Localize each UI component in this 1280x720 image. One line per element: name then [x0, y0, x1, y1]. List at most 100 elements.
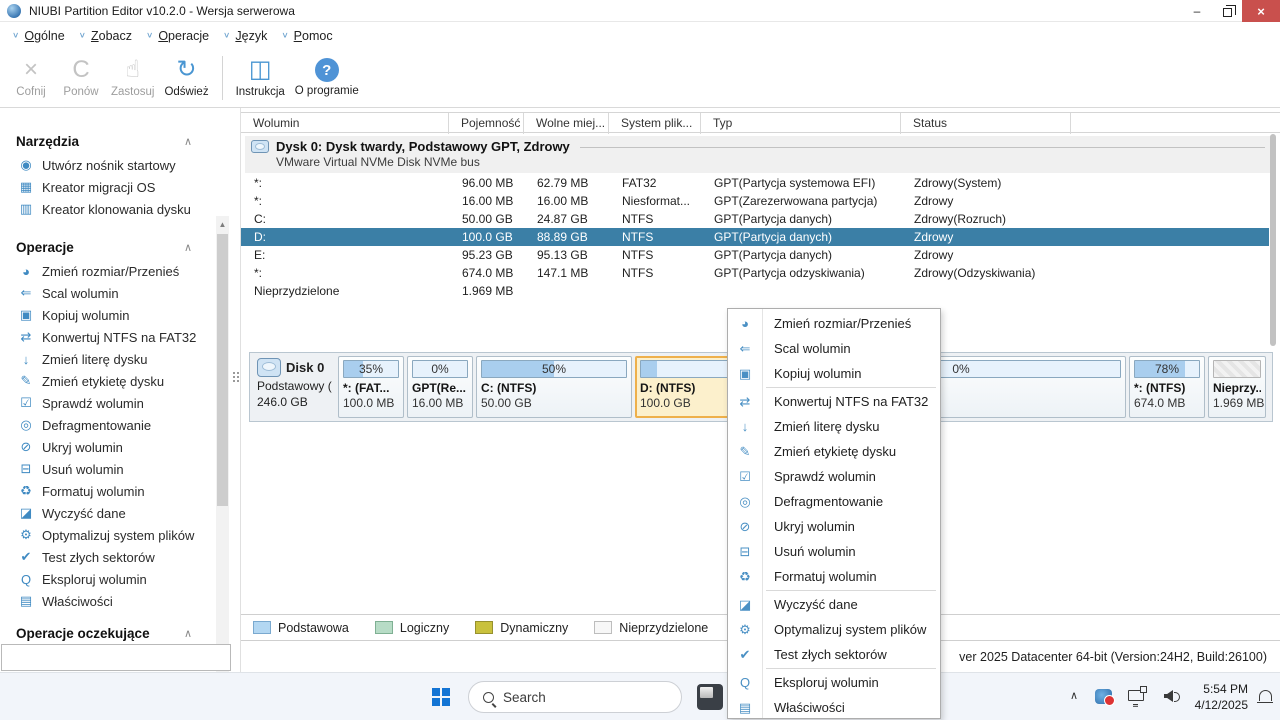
sidebar-item-delete[interactable]: ⊟Usuń wolumin	[16, 458, 232, 480]
sidebar-item-drive-letter[interactable]: ↓Zmień literę dysku	[16, 348, 232, 370]
col-status[interactable]: Status	[901, 113, 1071, 134]
context-menu-item-format[interactable]: ♻Formatuj wolumin	[728, 564, 940, 589]
cell-status: Zdrowy	[901, 230, 1071, 244]
context-menu-item-defrag[interactable]: ◎Defragmentowanie	[728, 489, 940, 514]
tray-clock[interactable]: 5:54 PM 4/12/2025	[1195, 681, 1248, 713]
sidebar-item-disk-clone[interactable]: ▥Kreator klonowania dysku	[16, 198, 232, 220]
speaker-icon[interactable]	[1164, 690, 1172, 702]
col-system-plikow[interactable]: System plik...	[609, 113, 701, 134]
usage-bar: 35%	[343, 360, 399, 378]
check-volume-icon: ☑	[16, 395, 36, 411]
diskmap-partition-c[interactable]: 50% C: (NTFS) 50.00 GB	[476, 356, 632, 418]
menu-ogolne[interactable]: ∨Ogólne	[8, 25, 75, 47]
minimize-button[interactable]: –	[1182, 0, 1212, 22]
context-menu-item-copy[interactable]: ▣Kopiuj wolumin	[728, 361, 940, 386]
wipe-data-icon: ◪	[16, 505, 36, 521]
sidebar-item-wipe[interactable]: ◪Wyczyść dane	[16, 502, 232, 524]
primary-swatch	[253, 621, 271, 634]
menu-zobacz[interactable]: ∨Zobacz	[75, 25, 142, 47]
diskmap-partition-unallocated[interactable]: Nieprzy... 1.969 MB	[1208, 356, 1266, 418]
notification-bell-icon[interactable]	[1259, 690, 1272, 701]
redo-button[interactable]: C Ponów	[56, 51, 106, 105]
undo-icon: ×	[24, 57, 38, 85]
table-scrollbar[interactable]	[1270, 134, 1276, 346]
sidebar-item-resize[interactable]: ◕Zmień rozmiar/Przenieś	[16, 260, 232, 282]
context-menu-item-merge[interactable]: ⇐Scal wolumin	[728, 336, 940, 361]
col-pojemnosc[interactable]: Pojemność	[449, 113, 524, 134]
sidebar-item-format[interactable]: ♻Formatuj wolumin	[16, 480, 232, 502]
section-tools[interactable]: Narzędzia ∧	[16, 128, 232, 154]
sidebar-item-hide[interactable]: ⊘Ukryj wolumin	[16, 436, 232, 458]
table-row-selected[interactable]: D:100.0 GB88.89 GBNTFSGPT(Partycja danyc…	[241, 228, 1269, 246]
disk-group-row[interactable]: Dysk 0: Dysk twardy, Podstawowy GPT, Zdr…	[245, 136, 1273, 173]
sidebar-item-convert[interactable]: ⇄Konwertuj NTFS na FAT32	[16, 326, 232, 348]
table-row[interactable]: *:96.00 MB62.79 MBFAT32GPT(Partycja syst…	[241, 174, 1269, 192]
col-typ[interactable]: Typ	[701, 113, 901, 134]
manual-button[interactable]: ◫ Instrukcja	[231, 51, 290, 105]
sidebar-scrollbar[interactable]: ▲ ▼	[216, 216, 229, 672]
table-row[interactable]: E:95.23 GB95.13 GBNTFSGPT(Partycja danyc…	[241, 246, 1269, 264]
close-button[interactable]: ×	[1242, 0, 1280, 22]
sidebar-item-boot-media[interactable]: ◉Utwórz nośnik startowy	[16, 154, 232, 176]
context-menu-item-check[interactable]: ☑Sprawdź wolumin	[728, 464, 940, 489]
context-menu-item-delete[interactable]: ⊟Usuń wolumin	[728, 539, 940, 564]
sidebar-item-bad-sectors[interactable]: ✔Test złych sektorów	[16, 546, 232, 568]
context-menu-item-explore[interactable]: QEksploruj wolumin	[728, 670, 940, 695]
sidebar-item-properties[interactable]: ▤Właściwości	[16, 590, 232, 612]
context-menu-item-bad-sectors[interactable]: ✔Test złych sektorów	[728, 642, 940, 667]
cell-free: 88.89 GB	[524, 230, 609, 244]
context-menu-item-convert[interactable]: ⇄Konwertuj NTFS na FAT32	[728, 389, 940, 414]
network-icon[interactable]	[1128, 690, 1144, 701]
search-icon: Q	[16, 572, 36, 587]
drive-letter-icon: ↓	[16, 352, 36, 367]
context-menu-item-label[interactable]: ✎Zmień etykietę dysku	[728, 439, 940, 464]
diskmap-partition-efi[interactable]: 35% *: (FAT... 100.0 MB	[338, 356, 404, 418]
sidebar-item-optimize[interactable]: ⚙Optymalizuj system plików	[16, 524, 232, 546]
menu-jezyk[interactable]: ∨Język	[219, 25, 277, 47]
context-menu-item-resize[interactable]: ◕Zmień rozmiar/Przenieś	[728, 311, 940, 336]
sidebar-item-defrag[interactable]: ◎Defragmentowanie	[16, 414, 232, 436]
scrollbar-thumb[interactable]	[217, 234, 228, 506]
diskmap-partition-reserved[interactable]: 0% GPT(Re... 16.00 MB	[407, 356, 473, 418]
tray-niubi-icon[interactable]	[1095, 689, 1112, 704]
sidebar-item-explore[interactable]: QEksploruj wolumin	[16, 568, 232, 590]
scroll-up-icon[interactable]: ▲	[216, 218, 229, 231]
menu-operacje[interactable]: ∨Operacje	[142, 25, 219, 47]
section-pending-operations[interactable]: Operacje oczekujące ∧	[16, 620, 232, 646]
disk-info-block[interactable]: Disk 0 Podstawowy ( 246.0 GB	[253, 356, 335, 418]
table-row[interactable]: C:50.00 GB24.87 GBNTFSGPT(Partycja danyc…	[241, 210, 1269, 228]
taskbar-app-icon[interactable]	[697, 684, 723, 710]
col-wolumin[interactable]: Wolumin	[241, 113, 449, 134]
context-menu-item-optimize[interactable]: ⚙Optymalizuj system plików	[728, 617, 940, 642]
about-button[interactable]: ? O programie	[290, 51, 364, 105]
sidebar-item-label[interactable]: ✎Zmień etykietę dysku	[16, 370, 232, 392]
start-button[interactable]	[432, 688, 451, 707]
restore-button[interactable]	[1212, 0, 1242, 22]
table-row[interactable]: *:674.0 MB147.1 MBNTFSGPT(Partycja odzys…	[241, 264, 1269, 282]
minimize-icon: –	[1194, 4, 1201, 18]
search-input[interactable]	[503, 690, 643, 705]
tray-chevron-up-icon[interactable]: ∧	[1070, 689, 1078, 702]
refresh-button[interactable]: ↻ Odśwież	[159, 51, 213, 105]
chevron-up-icon: ∧	[184, 241, 192, 254]
col-wolne[interactable]: Wolne miej...	[524, 113, 609, 134]
section-operations[interactable]: Operacje ∧	[16, 234, 232, 260]
menu-pomoc[interactable]: ∨Pomoc	[277, 25, 342, 47]
diskmap-partition-recovery[interactable]: 78% *: (NTFS) 674.0 MB	[1129, 356, 1205, 418]
sidebar-item-merge[interactable]: ⇐Scal wolumin	[16, 282, 232, 304]
table-row[interactable]: Nieprzydzielone1.969 MB	[241, 282, 1269, 300]
taskbar-search[interactable]	[468, 681, 682, 713]
context-menu-item-properties[interactable]: ▤Właściwości	[728, 695, 940, 720]
sidebar-item-copy[interactable]: ▣Kopiuj wolumin	[16, 304, 232, 326]
sidebar-item-os-migration[interactable]: ▦Kreator migracji OS	[16, 176, 232, 198]
apply-button[interactable]: ☝ Zastosuj	[106, 51, 159, 105]
context-menu-item-wipe[interactable]: ◪Wyczyść dane	[728, 592, 940, 617]
splitter-handle[interactable]	[233, 372, 239, 382]
defrag-icon: ◎	[728, 494, 762, 510]
context-menu-item-drive-letter[interactable]: ↓Zmień literę dysku	[728, 414, 940, 439]
sidebar-item-check[interactable]: ☑Sprawdź wolumin	[16, 392, 232, 414]
cell-free: 147.1 MB	[524, 266, 609, 280]
table-row[interactable]: *:16.00 MB16.00 MBNiesformat...GPT(Zarez…	[241, 192, 1269, 210]
undo-button[interactable]: × Cofnij	[6, 51, 56, 105]
context-menu-item-hide[interactable]: ⊘Ukryj wolumin	[728, 514, 940, 539]
